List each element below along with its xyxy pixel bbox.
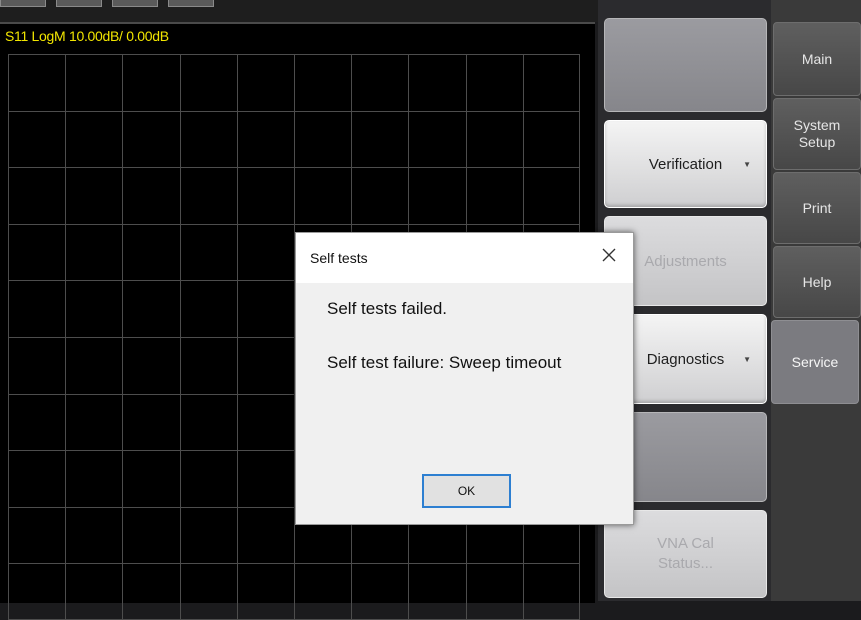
top-strip — [0, 0, 598, 22]
dialog-titlebar[interactable]: Self tests — [296, 233, 633, 283]
self-tests-dialog: Self tests Self tests failed. Self test … — [295, 232, 634, 525]
top-tab[interactable] — [112, 0, 158, 7]
menu-tab-bar: Main System Setup Print Help Service — [771, 0, 861, 601]
verification-label: Verification — [648, 155, 723, 173]
tab-main[interactable]: Main — [773, 22, 861, 96]
vna-cal-status-label: VNA Cal Status... — [657, 535, 714, 572]
dialog-body: Self tests failed. Self test failure: Sw… — [296, 283, 633, 524]
submenu-arrow-icon: ▼ — [743, 354, 751, 364]
tab-service-label: Service — [791, 353, 839, 370]
dialog-title: Self tests — [310, 250, 368, 266]
tab-print-label: Print — [802, 199, 832, 216]
dialog-message-primary: Self tests failed. — [327, 299, 448, 318]
trace-title: S11 LogM 10.00dB/ 0.00dB — [5, 28, 169, 44]
diagnostics-label: Diagnostics — [646, 350, 725, 368]
tab-help-label: Help — [802, 273, 832, 290]
softkey-empty-1 — [604, 18, 767, 112]
top-tab[interactable] — [56, 0, 102, 7]
tab-print[interactable]: Print — [773, 172, 861, 244]
dialog-message-detail: Self test failure: Sweep timeout — [327, 353, 562, 372]
adjustments-label: Adjustments — [644, 252, 727, 270]
tab-system-setup[interactable]: System Setup — [773, 98, 861, 170]
submenu-arrow-icon: ▼ — [743, 159, 751, 169]
verification-button[interactable]: Verification ▼ — [604, 120, 767, 208]
tab-system-setup-label: System Setup — [793, 117, 841, 150]
tab-help[interactable]: Help — [773, 246, 861, 318]
close-button[interactable] — [599, 243, 619, 267]
close-icon — [602, 248, 616, 262]
tab-main-label: Main — [801, 50, 833, 67]
tab-service[interactable]: Service — [771, 320, 859, 404]
ok-button[interactable]: OK — [422, 474, 511, 508]
top-tab[interactable] — [168, 0, 214, 7]
top-tab[interactable] — [0, 0, 46, 7]
